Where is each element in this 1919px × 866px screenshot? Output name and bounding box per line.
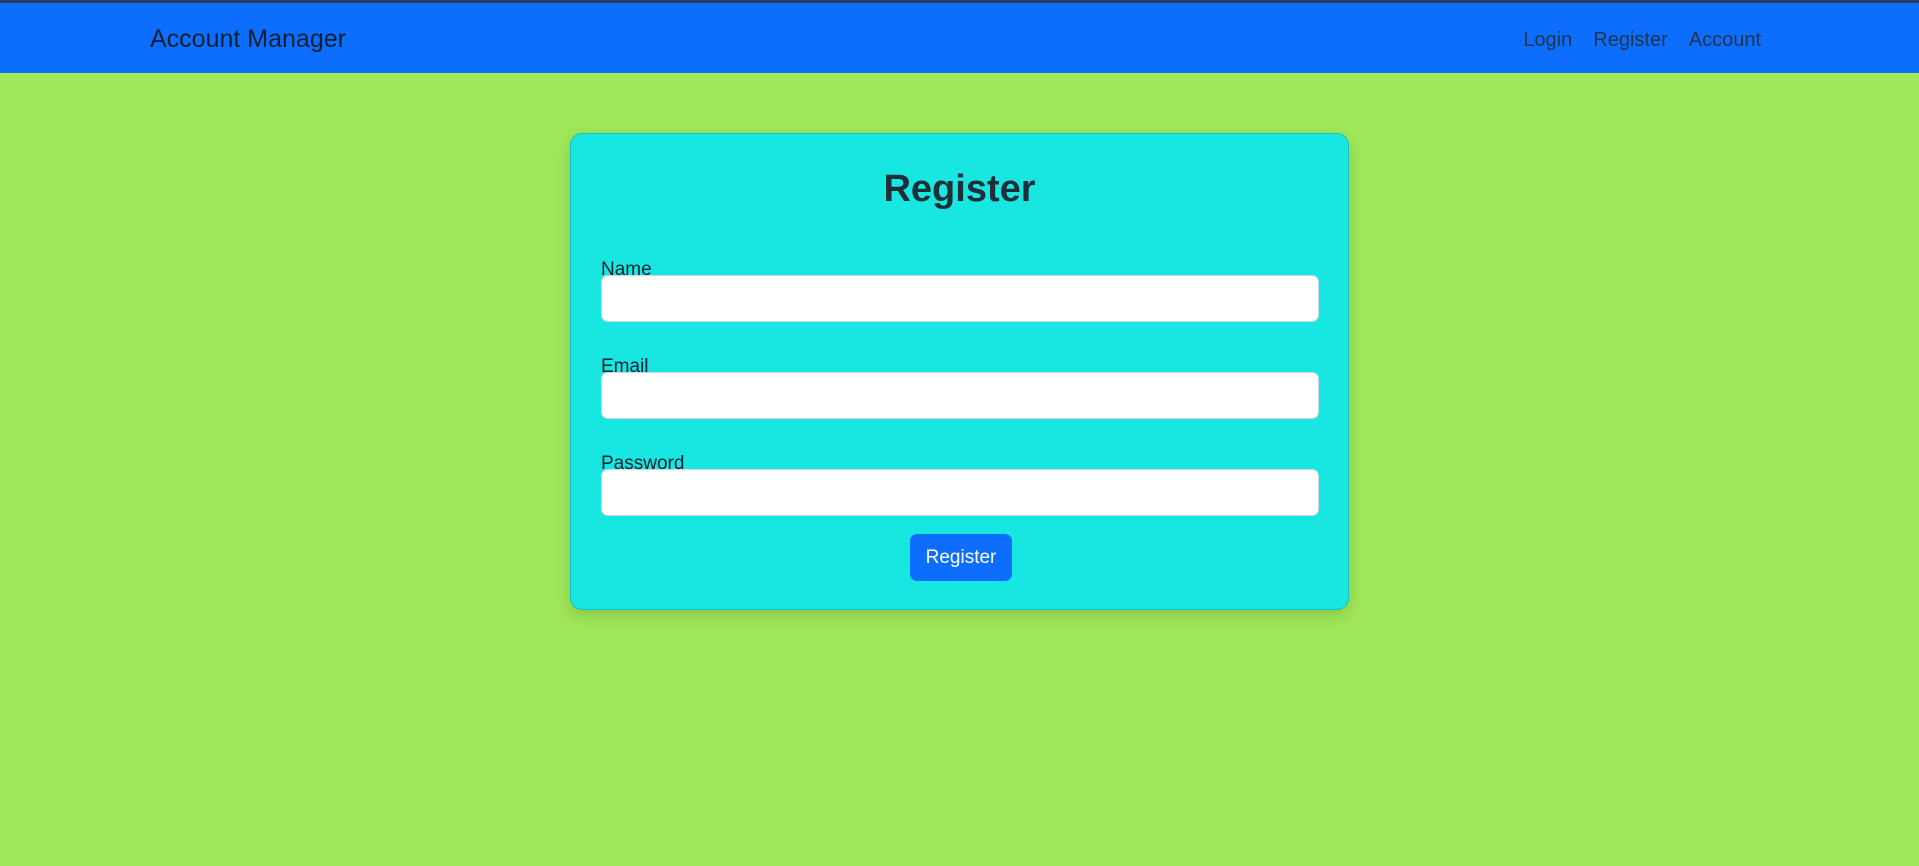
- register-card: Register Name Email Password Register: [570, 133, 1349, 610]
- nav-link-account[interactable]: Account: [1689, 27, 1761, 53]
- email-field[interactable]: [601, 372, 1319, 419]
- page-title: Register: [883, 168, 1036, 210]
- nav-links: Login Register Account: [1523, 27, 1761, 53]
- register-button[interactable]: Register: [910, 534, 1012, 581]
- brand-link[interactable]: Account Manager: [150, 24, 346, 54]
- password-field[interactable]: [601, 469, 1319, 516]
- nav-link-login[interactable]: Login: [1523, 27, 1572, 53]
- nav-link-register[interactable]: Register: [1593, 27, 1667, 53]
- navbar: Account Manager Login Register Account: [0, 3, 1919, 73]
- name-field[interactable]: [601, 275, 1319, 322]
